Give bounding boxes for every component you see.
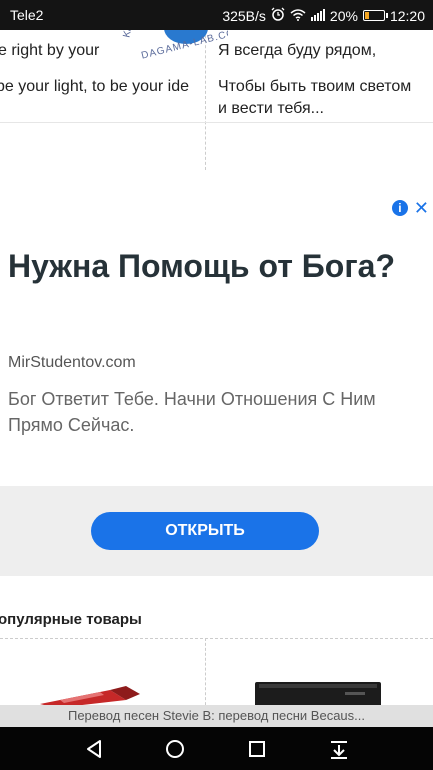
popular-products-heading: опулярные товары: [0, 611, 142, 628]
wifi-icon: [290, 8, 306, 24]
status-icons: 325B/s 20% 12:20: [222, 7, 425, 24]
lyrics-translation-column: Я всегда буду рядом, Чтобы быть твоим св…: [218, 30, 433, 170]
network-speed: 325B/s: [222, 7, 266, 24]
battery-percent: 20%: [329, 7, 358, 24]
back-icon[interactable]: [82, 737, 106, 761]
info-icon[interactable]: i: [391, 200, 408, 216]
ad-title[interactable]: Нужна Помощь от Бога?: [8, 244, 418, 288]
home-icon[interactable]: [163, 737, 187, 761]
battery-icon: [362, 10, 388, 21]
ad-domain[interactable]: MirStudentov.com: [8, 354, 136, 372]
signal-icon: [310, 8, 325, 24]
notifications-icon[interactable]: [327, 737, 351, 761]
lyrics-line-translation: Чтобы быть твоим светом и вести тебя...: [218, 78, 412, 117]
ad-action-area: ОТКРЫТЬ: [0, 486, 433, 576]
product-image[interactable]: [255, 660, 385, 708]
close-icon[interactable]: ✕: [414, 199, 429, 217]
products-divider: [0, 638, 433, 639]
product-image[interactable]: [30, 660, 180, 708]
carrier-name: Tele2: [10, 7, 44, 23]
row-divider: [0, 122, 433, 123]
watermark-side-text: Ka: [121, 30, 135, 39]
site-watermark: DAGAMA-LAB.COM Ka: [118, 30, 228, 80]
products-column-divider: [205, 638, 206, 710]
lyrics-line-original: e right by your: [0, 42, 100, 59]
lyrics-line-translation: Я всегда буду рядом,: [218, 42, 377, 59]
battery-level: [364, 12, 369, 19]
ad-description: Бог Ответит Тебе. Начни Отношения С Ним …: [8, 389, 376, 435]
page-title-bar[interactable]: Перевод песен Stevie B: перевод песни Be…: [0, 705, 433, 727]
ad-banner[interactable]: i ✕ Нужна Помощь от Бога? MirStudentov.c…: [0, 196, 433, 576]
status-bar: Tele2 325B/s 20% 12:20: [0, 0, 433, 30]
alarm-icon: [271, 7, 285, 24]
system-navigation-bar: [0, 727, 433, 770]
recents-icon[interactable]: [245, 737, 269, 761]
ad-choices: i ✕: [391, 199, 429, 217]
open-ad-button[interactable]: ОТКРЫТЬ: [91, 512, 319, 550]
clock: 12:20: [389, 7, 425, 24]
